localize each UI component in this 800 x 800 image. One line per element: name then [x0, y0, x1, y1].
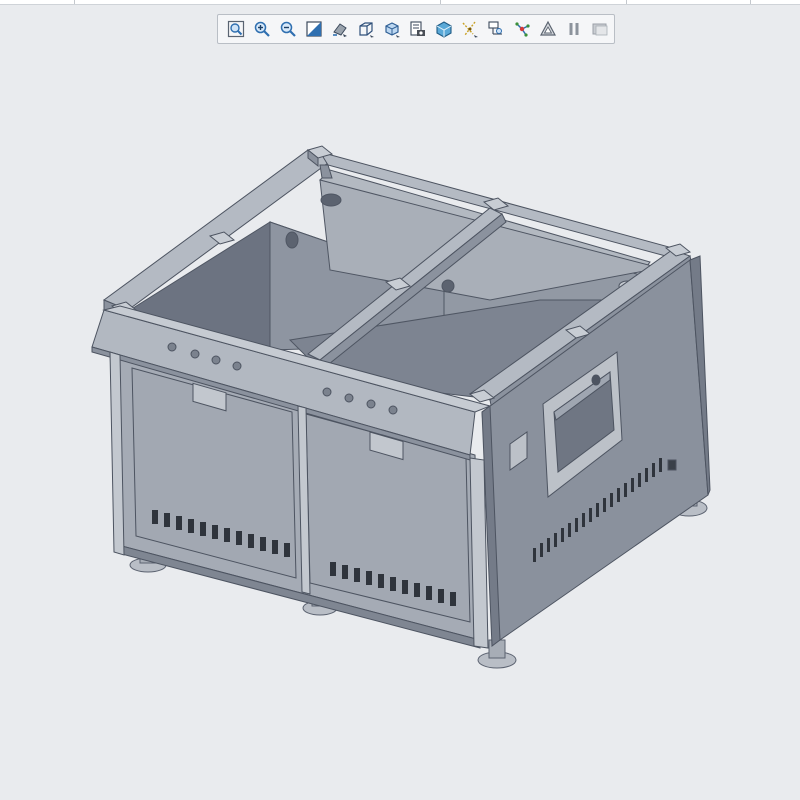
graphics-toolbar [217, 14, 615, 44]
view-manager-icon [410, 21, 425, 36]
annotation-display-button[interactable] [484, 17, 508, 41]
stop-icon [592, 23, 608, 36]
perspective-view-button[interactable] [432, 17, 456, 41]
spin-center-icon [515, 22, 530, 37]
display-style-button[interactable] [380, 17, 404, 41]
reorient-icon [333, 23, 347, 37]
zoom-out-icon [280, 21, 296, 37]
zoom-in-button[interactable] [250, 17, 274, 41]
zoom-in-icon [254, 21, 270, 37]
simulation-icon [539, 20, 557, 36]
saved-orientations-icon [359, 22, 374, 38]
repaint-icon [306, 21, 322, 37]
zoom-out-button[interactable] [276, 17, 300, 41]
perspective-view-icon [436, 21, 452, 38]
view-manager-button[interactable] [406, 17, 430, 41]
pause-button[interactable] [562, 17, 586, 41]
spin-center-button[interactable] [510, 17, 534, 41]
tab-divider [626, 0, 627, 4]
refit-button[interactable] [224, 17, 248, 41]
pause-icon [569, 23, 579, 35]
repaint-button[interactable] [302, 17, 326, 41]
display-style-icon [385, 22, 400, 38]
tab-divider [74, 0, 75, 4]
stop-button[interactable] [588, 17, 612, 41]
saved-orientations-button[interactable] [354, 17, 378, 41]
annotation-display-icon [488, 21, 502, 35]
tab-divider [750, 0, 751, 4]
top-menu-strip [0, 0, 800, 5]
refit-icon [227, 20, 245, 38]
datum-display-icon [462, 21, 478, 38]
tab-divider [440, 0, 441, 4]
cabinet-frame-model[interactable] [0, 45, 800, 800]
graphics-viewport[interactable] [0, 45, 800, 800]
simulation-button[interactable] [536, 17, 560, 41]
datum-display-button[interactable] [458, 17, 482, 41]
reorient-button[interactable] [328, 17, 352, 41]
